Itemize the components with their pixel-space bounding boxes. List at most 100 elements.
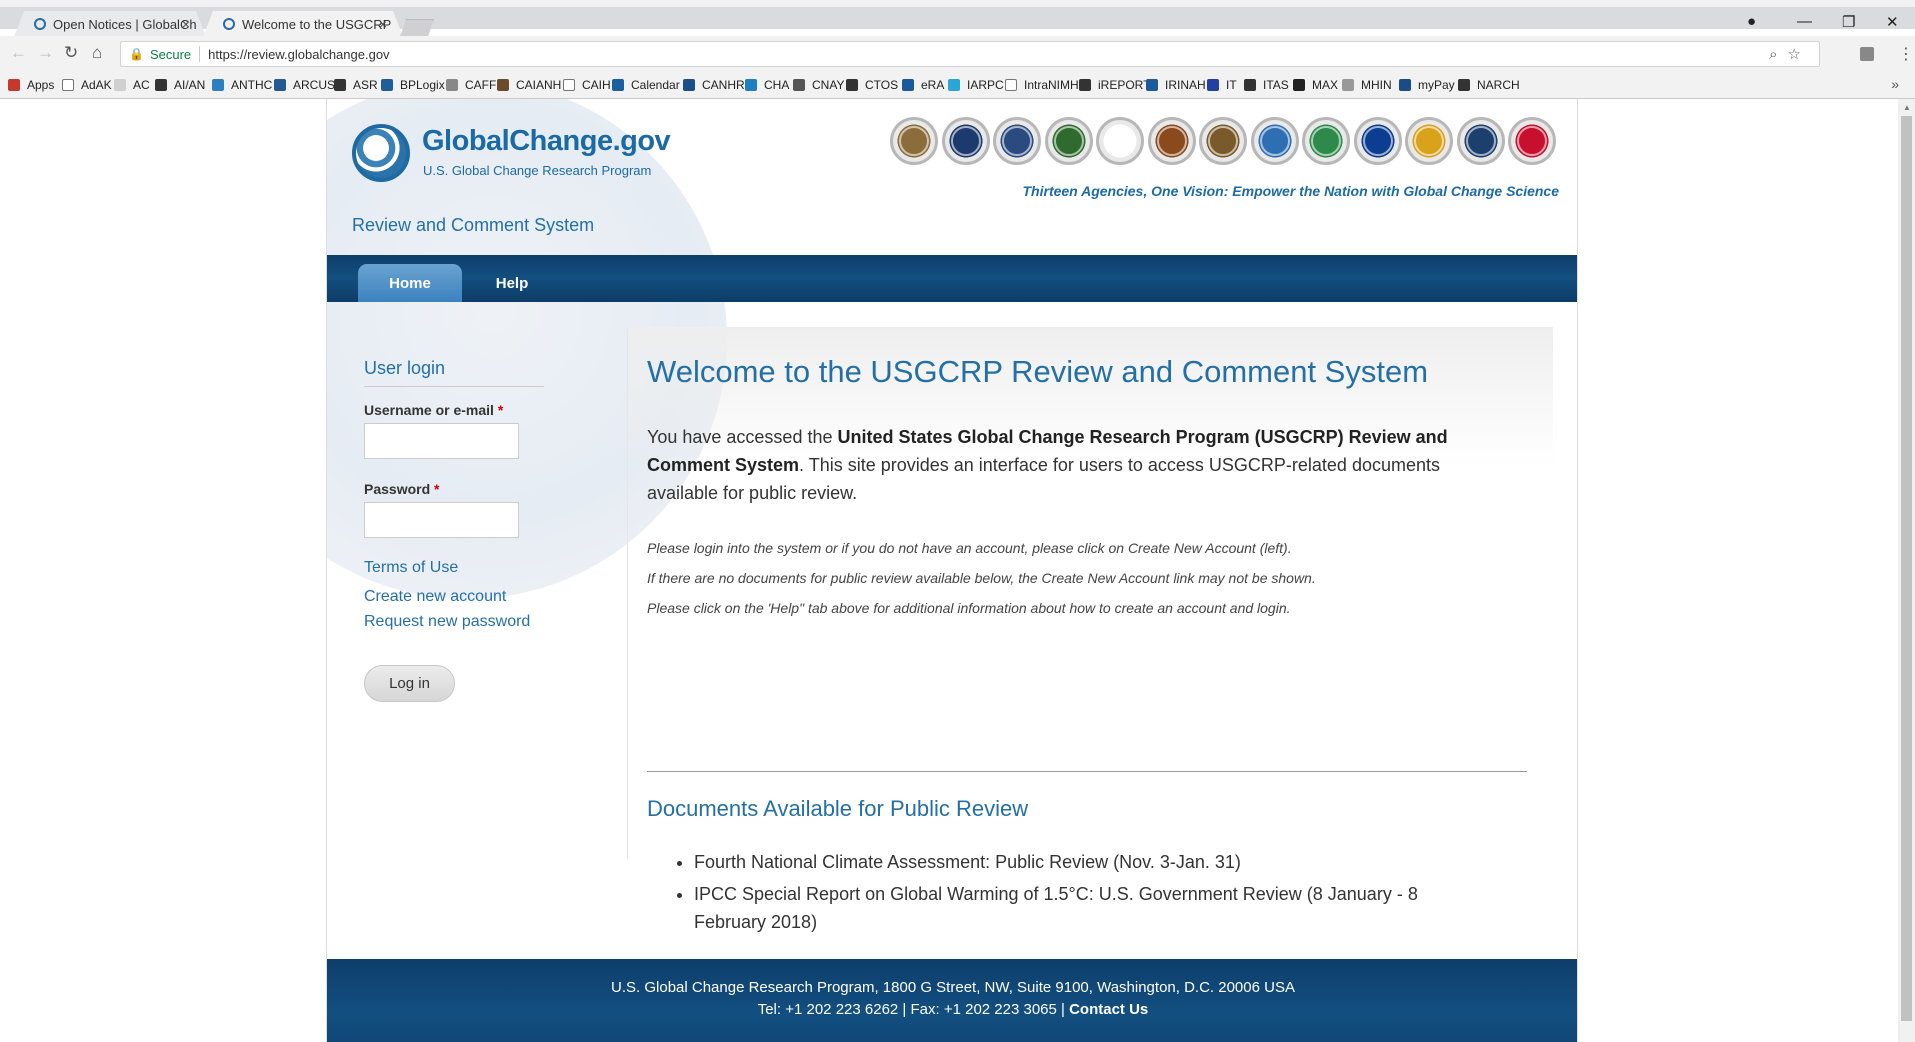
- tab-close-icon[interactable]: ×: [182, 16, 190, 32]
- password-label-text: Password: [364, 481, 431, 497]
- bookmark-item[interactable]: IARPC: [948, 78, 1004, 92]
- tab-close-icon[interactable]: ×: [379, 16, 387, 32]
- bookmark-item[interactable]: IT: [1207, 78, 1237, 92]
- bookmarks-overflow-icon[interactable]: »: [1891, 76, 1899, 92]
- person-icon: [683, 79, 695, 91]
- bookmark-label: MHIN: [1361, 78, 1392, 92]
- shield-icon: [1207, 79, 1219, 91]
- footer-address: U.S. Global Change Research Program, 180…: [611, 979, 1295, 996]
- epa-seal-icon[interactable]: [1302, 117, 1350, 165]
- bookmark-item[interactable]: CHA: [745, 78, 789, 92]
- doc-seal-icon[interactable]: [941, 117, 990, 165]
- dots-icon: [1342, 79, 1354, 91]
- create-account-link[interactable]: Create new account: [364, 588, 506, 606]
- zoom-icon[interactable]: ⌕: [1769, 46, 1787, 63]
- doi-seal-icon[interactable]: [1147, 117, 1196, 165]
- bookmark-label: NARCH: [1477, 78, 1520, 92]
- close-window-icon[interactable]: ✕: [1886, 13, 1899, 31]
- bookmark-label: ARCUS: [293, 78, 336, 92]
- flag-icon: [446, 79, 458, 91]
- logo-title[interactable]: GlobalChange.gov: [422, 125, 671, 158]
- bookmark-label: CNAY: [812, 78, 845, 92]
- tab-help[interactable]: Help: [482, 264, 542, 302]
- bookmark-item[interactable]: myPay: [1399, 78, 1455, 92]
- smithsonian-seal-icon[interactable]: [1456, 117, 1505, 165]
- reload-icon[interactable]: ↻: [64, 43, 78, 63]
- bookmark-item[interactable]: CNAY: [793, 78, 844, 92]
- log-in-button[interactable]: Log in: [364, 665, 455, 702]
- terms-of-use-link[interactable]: Terms of Use: [364, 559, 458, 577]
- browser-tab-open-notices[interactable]: Open Notices | GlobalCh ×: [14, 11, 206, 37]
- address-bar[interactable]: 🔒 Secure https://review.globalchange.gov…: [120, 41, 1820, 67]
- bookmark-item[interactable]: AI/AN: [155, 78, 205, 92]
- nasa-seal-icon[interactable]: [1353, 117, 1402, 165]
- restore-icon[interactable]: ❐: [1842, 13, 1855, 31]
- bookmark-item[interactable]: AdAK: [62, 78, 112, 92]
- bookmark-item[interactable]: ASR: [334, 78, 378, 92]
- bookmark-item[interactable]: CANHR: [683, 78, 745, 92]
- intro-paragraph: You have accessed the United States Glob…: [647, 423, 1507, 507]
- bookmark-item[interactable]: Apps: [8, 78, 54, 92]
- tab-home[interactable]: Home: [358, 264, 462, 302]
- request-password-link[interactable]: Request new password: [364, 613, 530, 631]
- profile-icon[interactable]: ●: [1747, 13, 1756, 30]
- bookmark-item[interactable]: iREPORT: [1079, 78, 1150, 92]
- nsf-seal-icon[interactable]: [1405, 117, 1453, 165]
- help-note: Please click on the 'Help" tab above for…: [647, 600, 1291, 616]
- bookmark-item[interactable]: NARCH: [1458, 78, 1520, 92]
- bookmark-item[interactable]: MHIN: [1342, 78, 1392, 92]
- usda-seal-icon[interactable]: [890, 117, 938, 165]
- arrow-icon: [334, 79, 346, 91]
- secure-label: Secure: [149, 46, 192, 62]
- new-tab-button[interactable]: [400, 19, 434, 37]
- documents-list: Fourth National Climate Assessment: Publ…: [694, 848, 1454, 940]
- minimize-icon[interactable]: —: [1797, 13, 1812, 30]
- bookmark-item[interactable]: CTOS: [846, 78, 898, 92]
- password-input[interactable]: [364, 502, 519, 538]
- bookmark-item[interactable]: ITAS: [1244, 78, 1289, 92]
- apps-grid-icon: [8, 79, 20, 91]
- bookmark-item[interactable]: eRA: [902, 78, 944, 92]
- bookmark-item[interactable]: MAX: [1293, 78, 1338, 92]
- bookmark-item[interactable]: CAFF: [446, 78, 496, 92]
- dot-seal-icon[interactable]: [1250, 117, 1299, 165]
- arrow-icon: [1244, 79, 1256, 91]
- extension-icon[interactable]: [1860, 47, 1874, 61]
- arrow-icon: [846, 79, 858, 91]
- globalchange-logo-icon[interactable]: [352, 124, 410, 182]
- logo-subtitle: U.S. Global Change Research Program: [423, 163, 652, 178]
- vertical-scrollbar[interactable]: ▲: [1898, 99, 1915, 1042]
- contact-us-link[interactable]: Contact Us: [1069, 1001, 1148, 1018]
- forward-icon[interactable]: →: [37, 43, 54, 63]
- bookmark-item[interactable]: ANTHC: [212, 78, 272, 92]
- bookmark-item[interactable]: AC: [114, 78, 150, 92]
- circle-icon: [793, 79, 805, 91]
- doe-seal-icon[interactable]: [1044, 117, 1093, 165]
- back-icon[interactable]: ←: [10, 43, 27, 63]
- bookmark-label: CAIANH: [516, 78, 562, 92]
- dod-seal-icon[interactable]: [993, 117, 1041, 165]
- bookmark-item[interactable]: ARCUS: [274, 78, 335, 92]
- usaid-seal-icon[interactable]: [1508, 117, 1556, 165]
- bookmark-item[interactable]: IRINAH: [1146, 78, 1206, 92]
- scrollbar-thumb[interactable]: [1901, 116, 1912, 1021]
- dos-seal-icon[interactable]: [1199, 117, 1247, 165]
- drop-icon: [948, 79, 960, 91]
- hhs-seal-icon[interactable]: [1096, 117, 1144, 165]
- url-text[interactable]: https://review.globalchange.gov: [208, 47, 389, 62]
- globe-icon: [1293, 79, 1305, 91]
- bookmark-item[interactable]: CAIH: [563, 78, 611, 92]
- site-tagline: Thirteen Agencies, One Vision: Empower t…: [1022, 183, 1560, 199]
- browser-menu-icon[interactable]: ⋮: [1898, 44, 1914, 64]
- home-icon[interactable]: ⌂: [92, 43, 102, 63]
- bookmark-label: CAIH: [582, 78, 611, 92]
- browser-tab-welcome[interactable]: Welcome to the USGCRP ×: [203, 11, 403, 37]
- bookmark-star-icon[interactable]: ☆: [1788, 46, 1811, 63]
- scroll-up-icon[interactable]: ▲: [1903, 103, 1911, 112]
- bookmark-item[interactable]: CAIANH: [497, 78, 561, 92]
- agency-seals: [890, 117, 1560, 165]
- username-input[interactable]: [364, 423, 519, 459]
- bookmark-item[interactable]: BPLogix: [381, 78, 445, 92]
- bookmark-item[interactable]: Calendar: [612, 78, 680, 92]
- bookmark-item[interactable]: IntraNIMH: [1005, 78, 1079, 92]
